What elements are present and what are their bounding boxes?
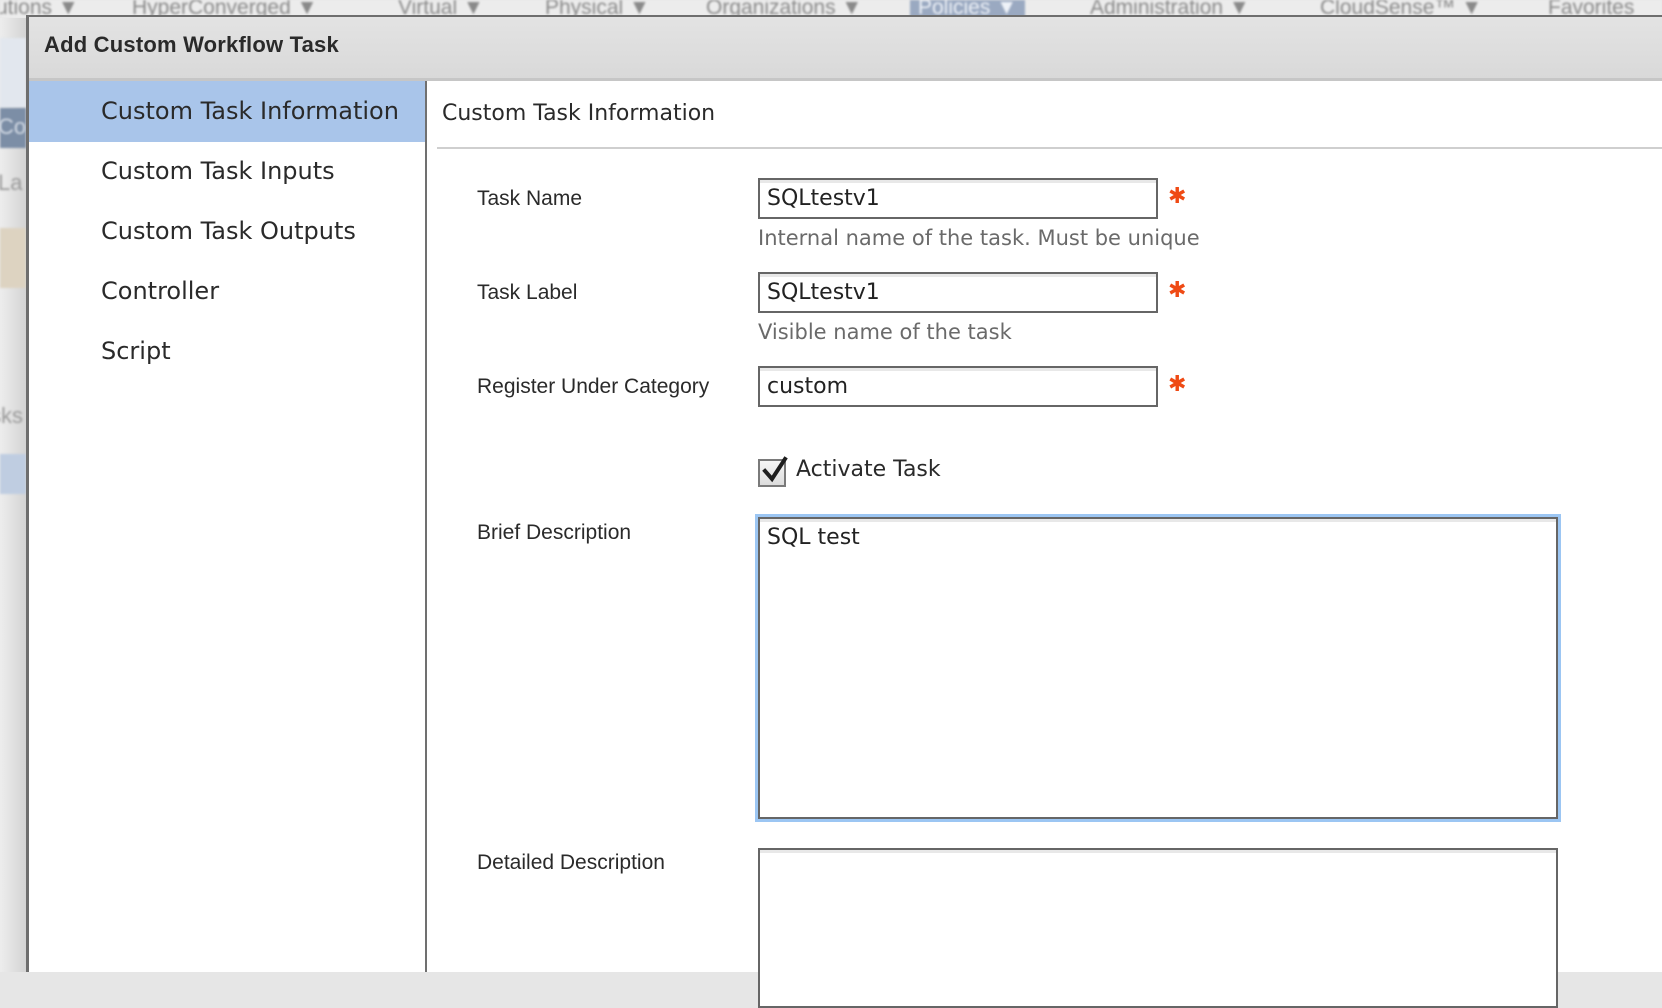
required-icon: ✱ — [1168, 278, 1187, 303]
dialog-title: Add Custom Workflow Task — [44, 32, 339, 57]
step-controller[interactable]: Controller — [29, 261, 425, 322]
add-custom-workflow-task-dialog: Add Custom Workflow Task Custom Task Inf… — [26, 15, 1662, 1008]
brief-description-label: Brief Description — [477, 521, 632, 544]
required-icon: ✱ — [1168, 372, 1187, 397]
checkmark-icon — [762, 456, 788, 483]
dialog-header: Add Custom Workflow Task — [29, 17, 1662, 81]
panel-title: Custom Task Information — [442, 101, 716, 126]
category-label: Register Under Category — [477, 375, 710, 398]
step-custom-task-inputs[interactable]: Custom Task Inputs — [29, 141, 425, 202]
bg-strip-light — [0, 38, 26, 108]
task-label-hint: Visible name of the task — [758, 320, 1012, 344]
bg-fragment-sks: sks — [0, 403, 23, 428]
step-custom-task-information[interactable]: Custom Task Information — [29, 81, 425, 142]
task-name-input[interactable] — [758, 178, 1158, 219]
background-left-strip: Co La sks — [0, 18, 26, 972]
wizard-step-nav: Custom Task Information Custom Task Inpu… — [29, 81, 427, 972]
activate-task-checkbox[interactable] — [758, 456, 788, 487]
activate-task-label[interactable]: Activate Task — [796, 457, 941, 482]
brief-description-textarea[interactable]: SQL test — [758, 517, 1558, 819]
required-icon: ✱ — [1168, 184, 1187, 209]
bg-strip-tan — [0, 228, 26, 288]
bg-fragment-la: La — [0, 170, 23, 195]
category-input[interactable] — [758, 366, 1158, 407]
bg-fragment-co: Co — [0, 114, 26, 139]
panel-divider — [437, 147, 1662, 149]
task-name-hint: Internal name of the task. Must be uniqu… — [758, 226, 1200, 250]
step-custom-task-outputs[interactable]: Custom Task Outputs — [29, 201, 425, 262]
task-name-label: Task Name — [477, 187, 583, 210]
bg-strip-blue — [0, 454, 26, 494]
step-script[interactable]: Script — [29, 321, 425, 382]
detailed-description-label: Detailed Description — [477, 851, 665, 874]
task-label-label: Task Label — [477, 281, 578, 304]
form-panel: Custom Task Information Task Name ✱ Inte… — [427, 81, 1662, 1008]
task-label-input[interactable] — [758, 272, 1158, 313]
detailed-description-textarea[interactable] — [758, 848, 1558, 1008]
